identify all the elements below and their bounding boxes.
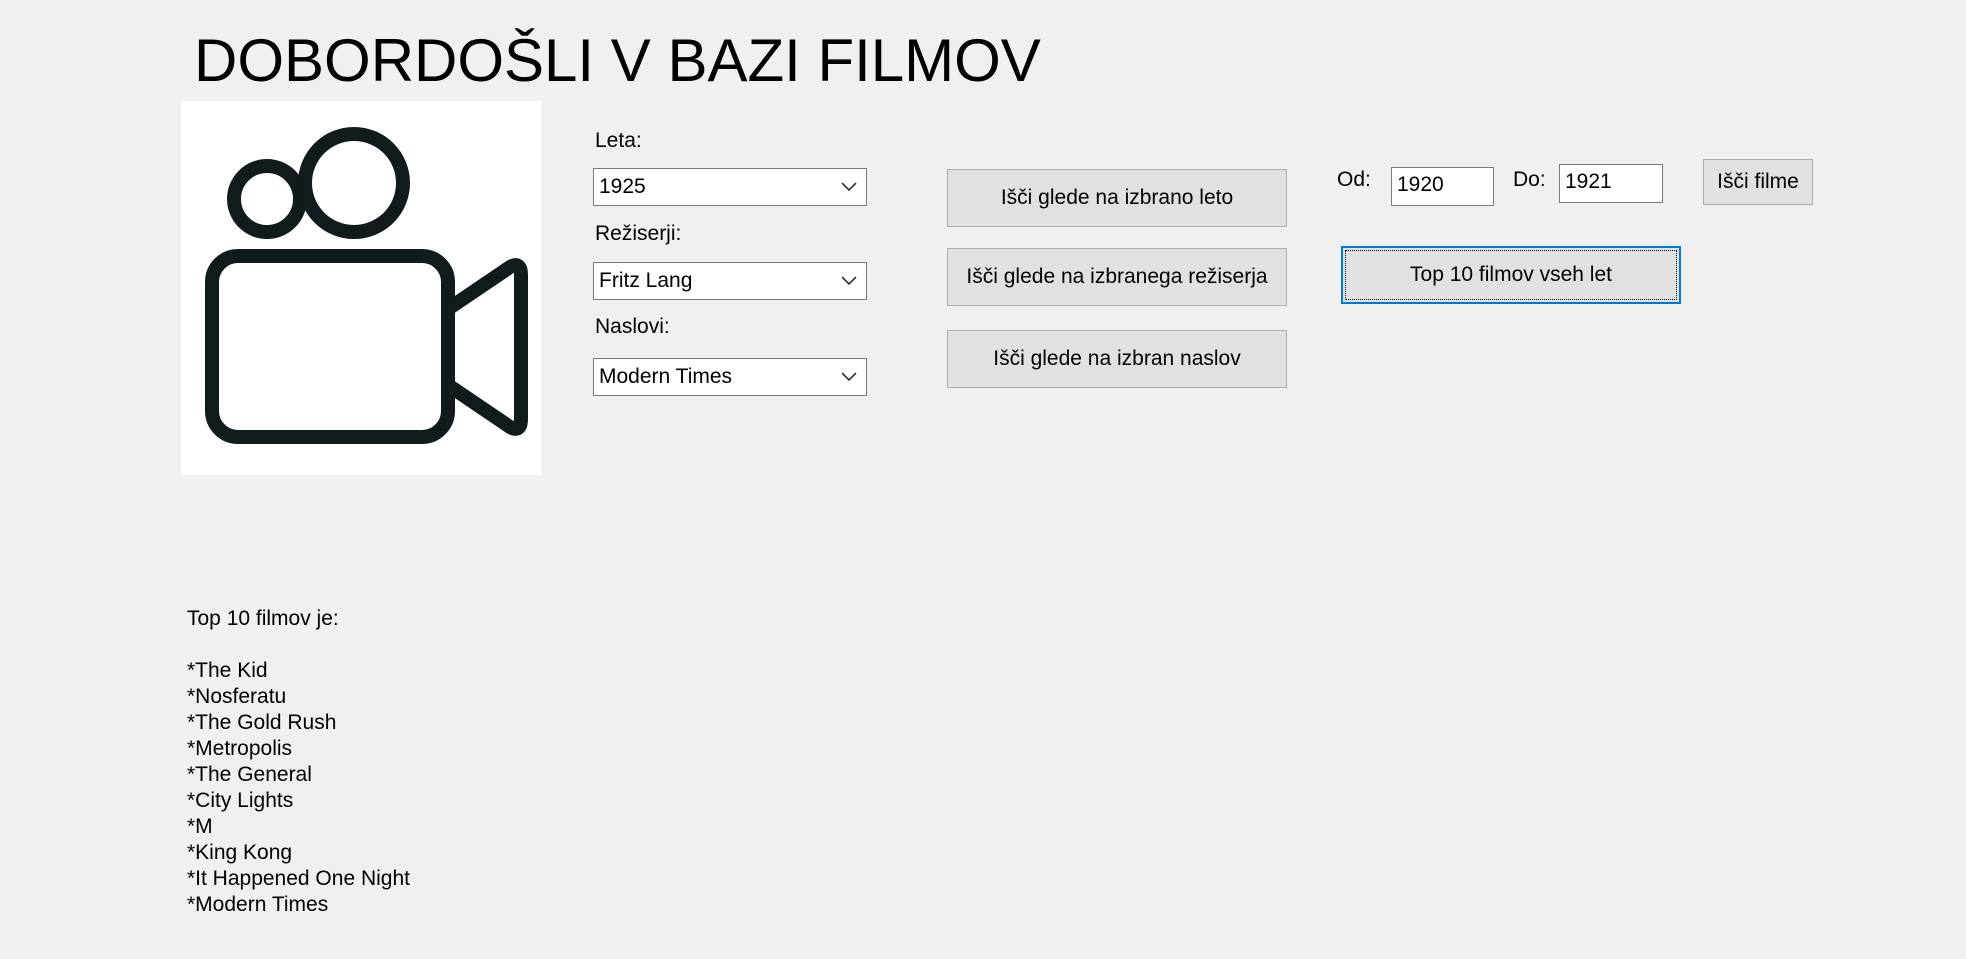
list-item: *Modern Times xyxy=(187,893,329,916)
list-item: *The Kid xyxy=(187,659,268,682)
to-year-input[interactable]: 1921 xyxy=(1559,164,1663,203)
top10-button[interactable]: Top 10 filmov vseh let xyxy=(1341,246,1681,304)
list-item: *Nosferatu xyxy=(187,685,287,708)
page-title: DOBORDOŠLI V BAZI FILMOV xyxy=(194,27,1041,94)
list-item: *It Happened One Night xyxy=(187,867,410,890)
chevron-down-icon[interactable] xyxy=(832,263,866,299)
results-heading: Top 10 filmov je: xyxy=(187,607,339,630)
search-by-year-button[interactable]: Išči glede na izbrano leto xyxy=(947,169,1287,227)
director-label: Režiserji: xyxy=(595,222,682,245)
from-year-input[interactable]: 1920 xyxy=(1391,167,1494,206)
search-by-director-button[interactable]: Išči glede na izbranega režiserja xyxy=(947,248,1287,306)
video-camera-icon xyxy=(205,127,528,444)
chevron-down-icon[interactable] xyxy=(832,359,866,395)
from-label: Od: xyxy=(1337,168,1371,191)
search-by-title-button[interactable]: Išči glede na izbran naslov xyxy=(947,330,1287,388)
list-item: *Metropolis xyxy=(187,737,293,760)
logo-image xyxy=(181,101,541,475)
results-panel: Top 10 filmov je: *The Kid *Nosferatu *T… xyxy=(187,606,410,918)
title-select[interactable]: Modern Times xyxy=(593,358,867,396)
list-item: *M xyxy=(187,815,213,838)
to-label: Do: xyxy=(1513,168,1546,191)
title-select-value: Modern Times xyxy=(599,365,733,388)
year-select[interactable]: 1925 xyxy=(593,168,867,206)
title-label: Naslovi: xyxy=(595,315,670,338)
list-item: *The Gold Rush xyxy=(187,711,337,734)
search-films-button[interactable]: Išči filme xyxy=(1703,159,1813,205)
results-list: *The Kid *Nosferatu *The Gold Rush *Metr… xyxy=(187,658,410,918)
list-item: *City Lights xyxy=(187,789,294,812)
chevron-down-icon[interactable] xyxy=(832,169,866,205)
year-select-value: 1925 xyxy=(599,175,646,198)
director-select[interactable]: Fritz Lang xyxy=(593,262,867,300)
list-item: *King Kong xyxy=(187,841,293,864)
director-select-value: Fritz Lang xyxy=(599,269,693,292)
year-label: Leta: xyxy=(595,129,642,152)
list-item: *The General xyxy=(187,763,312,786)
